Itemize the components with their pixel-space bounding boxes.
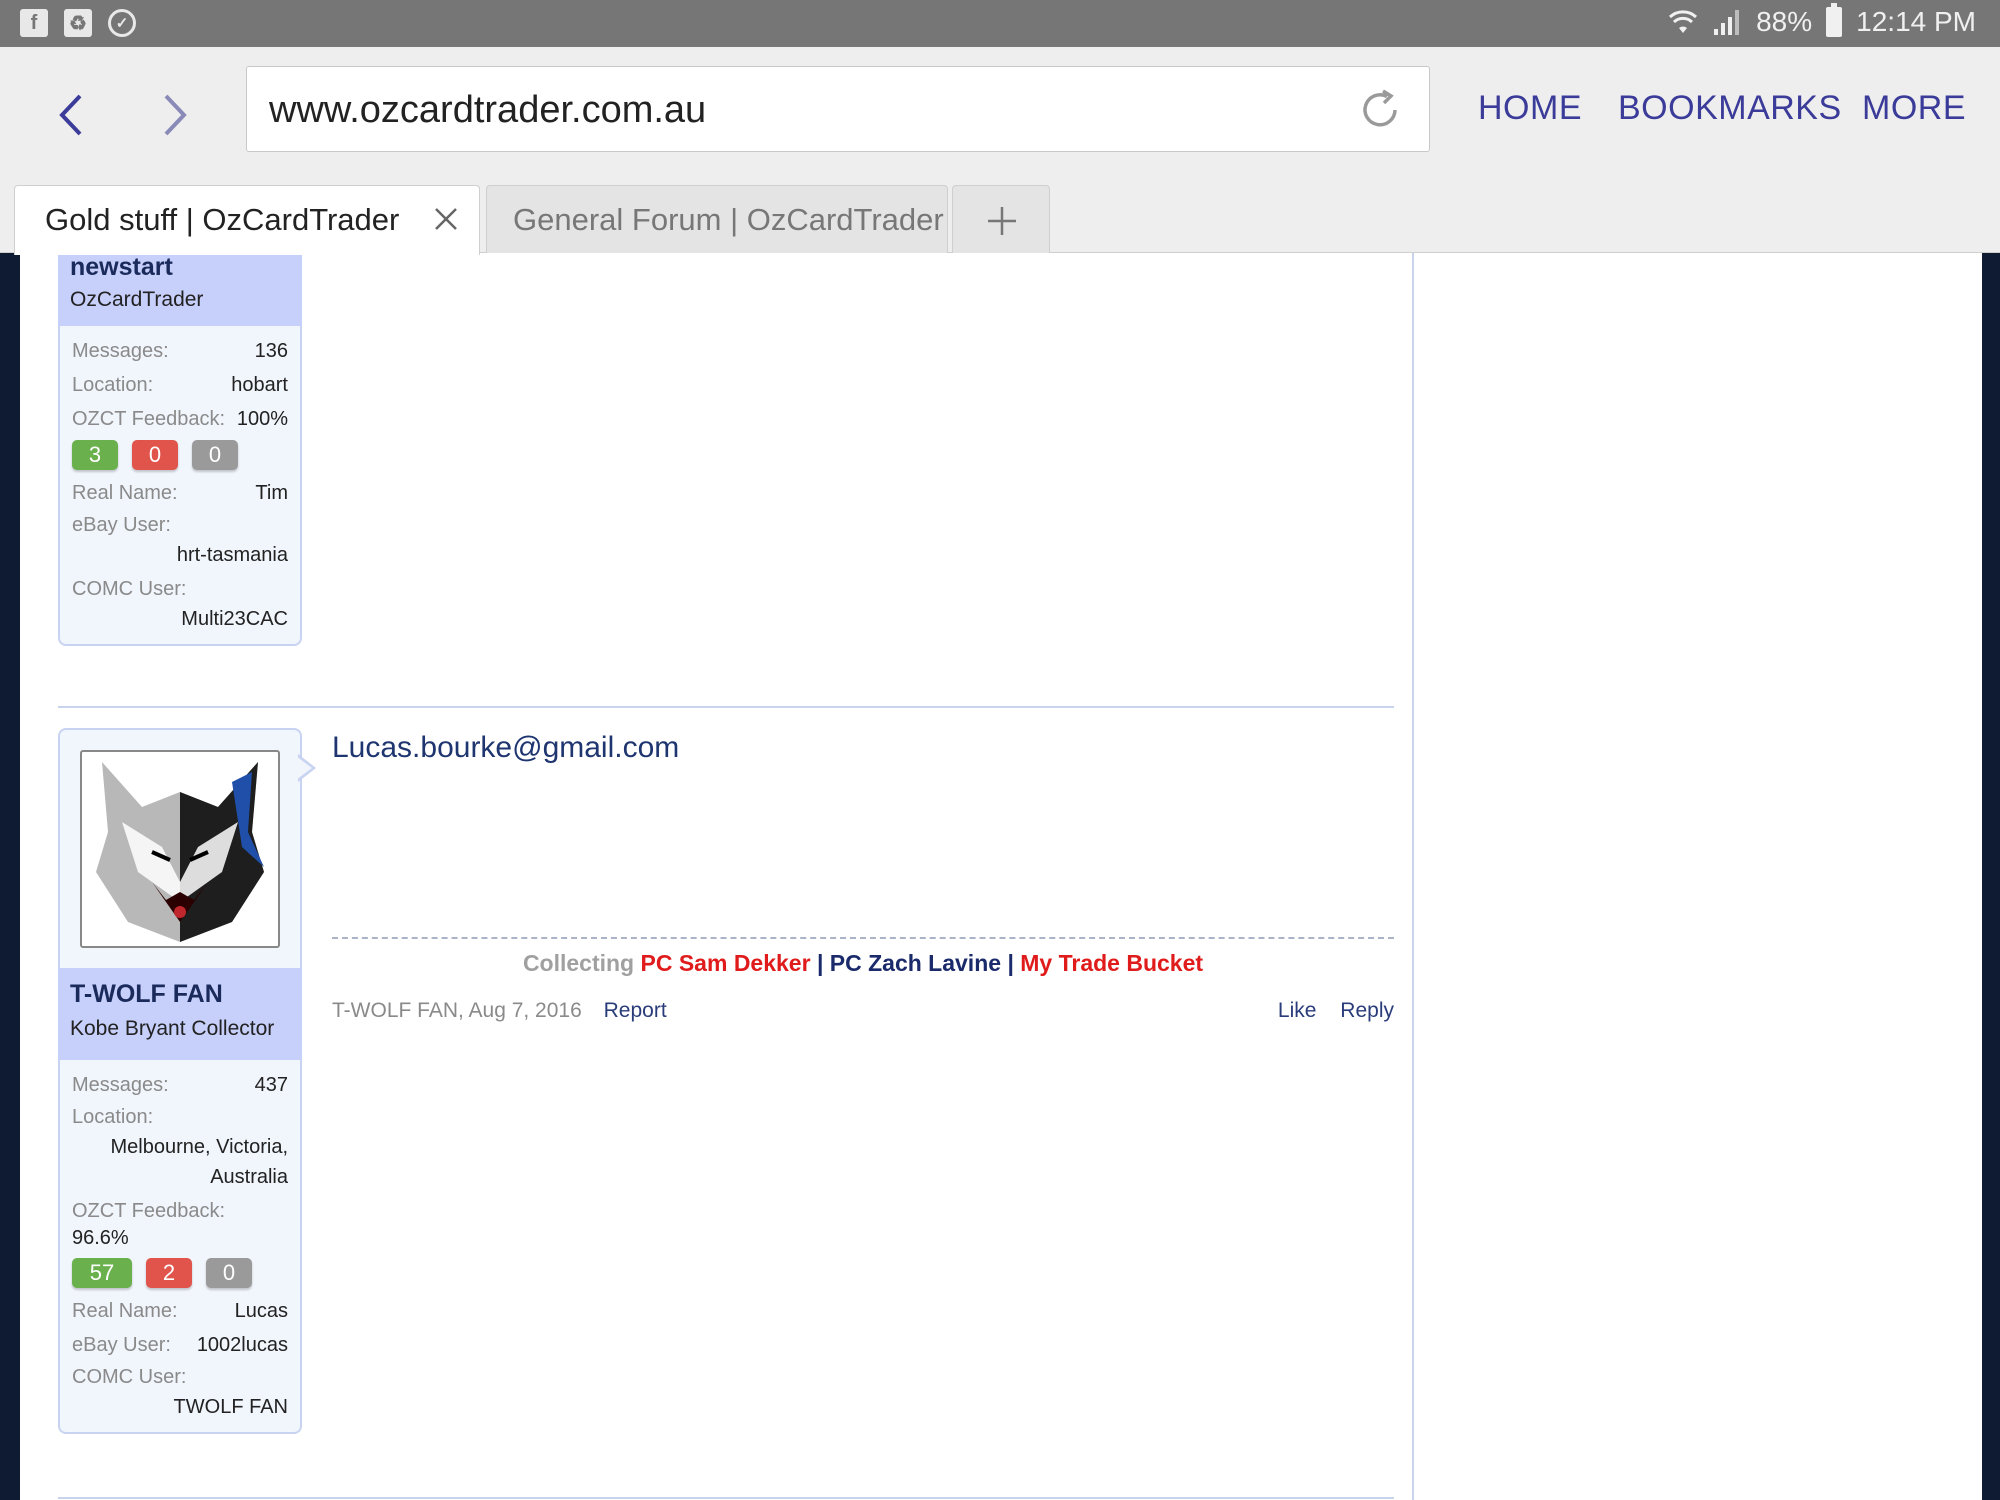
post-author-date[interactable]: T-WOLF FAN, Aug 7, 2016 bbox=[332, 999, 582, 1022]
feedback-label: OZCT Feedback: bbox=[72, 1200, 226, 1222]
tab-label: General Forum | OzCardTrader bbox=[513, 202, 944, 237]
location-label: Location: bbox=[72, 1106, 154, 1128]
ebay-label: eBay User: bbox=[72, 1334, 171, 1356]
positive-feedback-badge[interactable]: 3 bbox=[72, 440, 118, 470]
messages-count[interactable]: 136 bbox=[255, 334, 288, 368]
browser-toolbar: www.ozcardtrader.com.au HOME BOOKMARKS M… bbox=[0, 47, 2000, 185]
location-value[interactable]: hobart bbox=[231, 368, 288, 402]
ebay-label: eBay User: bbox=[72, 514, 171, 536]
signature-label: Collecting bbox=[522, 950, 635, 976]
signal-icon bbox=[1714, 10, 1740, 35]
signature-link-zach-lavine[interactable]: PC Zach Lavine bbox=[830, 950, 1001, 976]
user-extra-info: Messages: 437 Location: Melbourne, Victor… bbox=[58, 1060, 302, 1434]
messages-label: Messages: bbox=[72, 340, 169, 362]
messages-label: Messages: bbox=[72, 1074, 169, 1096]
signature-separator: | bbox=[816, 950, 824, 976]
status-right: 88% 12:14 PM bbox=[1668, 3, 1976, 38]
page-background-right bbox=[1982, 253, 2000, 1500]
ebay-value: 1002lucas bbox=[196, 1334, 288, 1356]
close-icon[interactable] bbox=[431, 204, 461, 234]
comc-value: TWOLF FAN bbox=[173, 1396, 288, 1418]
chevron-left-icon bbox=[59, 94, 82, 136]
comc-label: COMC User: bbox=[72, 1366, 187, 1388]
post-2-user-info: T-WOLF FAN Kobe Bryant Collector Message… bbox=[58, 968, 302, 1434]
comc-label: COMC User: bbox=[72, 578, 187, 600]
facebook-icon: f bbox=[20, 9, 48, 37]
wifi-icon bbox=[1669, 10, 1698, 33]
signature-divider bbox=[332, 937, 1394, 939]
status-bar: f ♻ ✓ 88% 12:14 PM bbox=[0, 0, 2000, 47]
tab-strip: Gold stuff | OzCardTrader General Forum … bbox=[0, 185, 2000, 255]
back-button[interactable] bbox=[46, 85, 96, 145]
feedback-label: OZCT Feedback: bbox=[72, 408, 226, 430]
speech-arrow bbox=[296, 754, 316, 782]
clock: 12:14 PM bbox=[1856, 6, 1976, 37]
ebay-value: hrt-tasmania bbox=[176, 544, 288, 566]
reply-link[interactable]: Reply bbox=[1340, 999, 1394, 1022]
location-value-line1[interactable]: Melbourne, Victoria, bbox=[72, 1132, 289, 1162]
feedback-value: 96.6% bbox=[72, 1227, 129, 1249]
tab-gold-stuff[interactable]: Gold stuff | OzCardTrader bbox=[14, 185, 480, 255]
feedback-badges: 57 2 0 bbox=[72, 1258, 288, 1288]
post-message: Lucas.bourke@gmail.com bbox=[332, 731, 680, 764]
comc-value: Multi23CAC bbox=[181, 608, 288, 630]
neutral-feedback-badge[interactable]: 0 bbox=[192, 440, 238, 470]
battery-percent: 88% bbox=[1756, 6, 1813, 37]
post-1-user-info: newstart OzCardTrader Messages: 136 Locat… bbox=[58, 253, 302, 646]
url-bar[interactable]: www.ozcardtrader.com.au bbox=[246, 66, 1430, 152]
url-text[interactable]: www.ozcardtrader.com.au bbox=[269, 89, 706, 132]
positive-feedback-badge[interactable]: 57 bbox=[72, 1258, 132, 1288]
signature-link-sam-dekker[interactable]: PC Sam Dekker bbox=[641, 950, 811, 976]
content-divider bbox=[1412, 253, 1414, 1500]
signature-separator: | bbox=[1007, 950, 1014, 976]
signature-link-trade-bucket[interactable]: My Trade Bucket bbox=[1020, 950, 1203, 976]
page-content: newstart OzCardTrader Messages: 136 Locat… bbox=[0, 253, 2000, 1500]
feedback-value: 100% bbox=[236, 408, 288, 430]
user-header: T-WOLF FAN Kobe Bryant Collector bbox=[58, 968, 302, 1060]
reload-icon[interactable] bbox=[1357, 87, 1403, 133]
real-name-label: Real Name: bbox=[72, 1300, 178, 1322]
messages-count[interactable]: 437 bbox=[255, 1068, 288, 1102]
neutral-feedback-badge[interactable]: 0 bbox=[206, 1258, 252, 1288]
recycle-icon: ♻ bbox=[64, 9, 92, 37]
tab-label: Gold stuff | OzCardTrader bbox=[45, 202, 400, 237]
more-button[interactable]: MORE bbox=[1862, 89, 1966, 128]
negative-feedback-badge[interactable]: 0 bbox=[132, 440, 178, 470]
shield-check-icon: ✓ bbox=[108, 9, 136, 37]
battery-icon bbox=[1826, 3, 1843, 37]
bookmarks-button[interactable]: BOOKMARKS bbox=[1618, 89, 1842, 128]
real-name-label: Real Name: bbox=[72, 482, 178, 504]
feedback-badges: 3 0 0 bbox=[72, 440, 288, 470]
tab-general-forum[interactable]: General Forum | OzCardTrader bbox=[486, 185, 948, 253]
negative-feedback-badge[interactable]: 2 bbox=[146, 1258, 192, 1288]
report-link[interactable]: Report bbox=[604, 999, 667, 1022]
forward-button[interactable] bbox=[150, 85, 200, 145]
user-extra-info: Messages: 136 Location: hobart OZCT Feedba… bbox=[58, 326, 302, 646]
signature: Collecting PC Sam Dekker | PC Zach Lavin… bbox=[332, 950, 1394, 977]
post-2-avatar-box bbox=[58, 728, 302, 968]
new-tab-button[interactable] bbox=[952, 185, 1050, 253]
post-meta: T-WOLF FAN, Aug 7, 2016 Report Like Repl… bbox=[332, 999, 1394, 1023]
post-separator bbox=[58, 706, 1394, 708]
post-actions: Like Reply bbox=[1260, 999, 1394, 1023]
username[interactable]: newstart bbox=[70, 253, 290, 282]
real-name-value: Lucas bbox=[234, 1300, 288, 1322]
post-2-body: Lucas.bourke@gmail.com bbox=[332, 731, 1394, 765]
page-background-left bbox=[0, 253, 20, 1500]
chevron-right-icon bbox=[164, 94, 187, 136]
post-separator bbox=[58, 1497, 1394, 1499]
home-button[interactable]: HOME bbox=[1478, 89, 1582, 128]
username[interactable]: T-WOLF FAN bbox=[70, 980, 290, 1009]
like-link[interactable]: Like bbox=[1278, 999, 1317, 1022]
avatar[interactable] bbox=[80, 750, 280, 948]
user-title: OzCardTrader bbox=[70, 288, 204, 311]
location-value-line2[interactable]: Australia bbox=[72, 1162, 288, 1192]
plus-icon bbox=[988, 207, 1016, 235]
location-label: Location: bbox=[72, 374, 154, 396]
user-title: Kobe Bryant Collector bbox=[70, 1017, 275, 1040]
user-header: newstart OzCardTrader bbox=[58, 253, 302, 326]
wolf-avatar-image bbox=[96, 762, 264, 942]
notification-icons: f ♻ ✓ bbox=[20, 9, 136, 37]
real-name-value: Tim bbox=[255, 482, 288, 504]
